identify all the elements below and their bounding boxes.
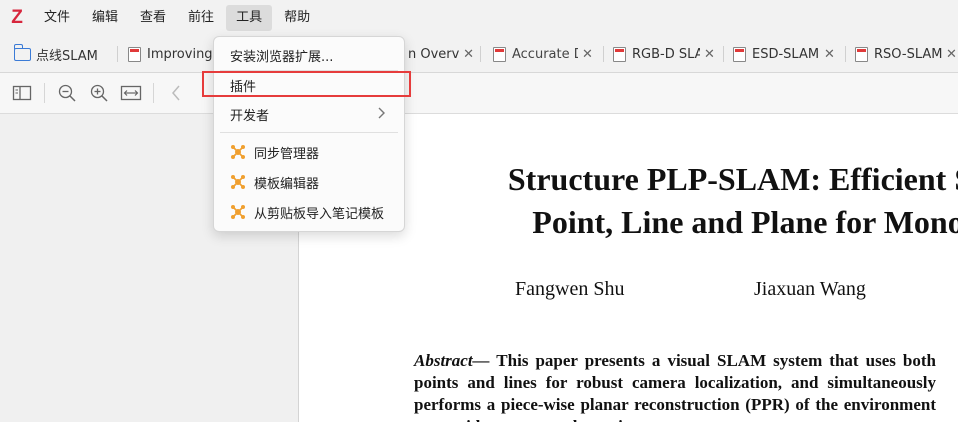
menu-sync-manager[interactable]: 同步管理器	[214, 138, 404, 166]
toggle-sidebar-button[interactable]	[10, 81, 34, 105]
fit-width-icon	[120, 85, 142, 101]
tab-bar: 点线SLAM Improving n Overvie ✕ Accurate D …	[0, 36, 958, 73]
abstract-heading: Abstract—	[414, 351, 490, 370]
menu-item-label: 同步管理器	[254, 146, 320, 162]
tab-title: RSO-SLAM	[874, 46, 942, 62]
close-icon[interactable]: ✕	[463, 47, 474, 62]
reader-toolbar	[0, 73, 958, 114]
menu-install-browser-extension[interactable]: 安装浏览器扩展...	[214, 41, 404, 69]
highlight-box	[202, 71, 411, 97]
close-icon[interactable]: ✕	[946, 47, 957, 62]
sidebar-toggle-icon	[12, 85, 32, 101]
zoom-in-button[interactable]	[87, 81, 111, 105]
tab-pdf[interactable]: Improving	[128, 36, 213, 72]
pdf-icon	[128, 46, 141, 62]
paper-abstract: Abstract— This paper presents a visual S…	[414, 350, 936, 422]
tab-title: n Overvie	[408, 46, 460, 62]
menu-edit[interactable]: 编辑	[82, 5, 128, 31]
author-name: Jiaxuan Wang	[754, 278, 866, 300]
zoom-out-button[interactable]	[55, 81, 79, 105]
tab-title: ESD-SLAM	[752, 46, 820, 62]
abstract-text: This paper presents a visual SLAM system…	[489, 351, 859, 370]
tab-pdf[interactable]: ESD-SLAM ✕	[733, 36, 839, 72]
tab-pdf[interactable]: n Overvie ✕	[408, 36, 474, 72]
tab-pdf[interactable]: RSO-SLAM ✕	[855, 36, 958, 72]
zoom-in-icon	[90, 84, 108, 102]
pdf-icon	[855, 46, 868, 62]
zotero-logo: Z	[11, 7, 23, 28]
chevron-right-icon	[378, 107, 385, 119]
tab-pdf[interactable]: RGB-D SLA ✕	[613, 36, 717, 72]
menu-file[interactable]: 文件	[34, 5, 80, 31]
chevron-left-icon	[172, 85, 180, 101]
menu-view[interactable]: 查看	[130, 5, 176, 31]
tab-pdf[interactable]: Accurate D ✕	[493, 36, 597, 72]
folder-icon	[14, 43, 31, 61]
menu-item-label: 开发者	[230, 108, 270, 124]
puzzle-icon	[231, 205, 245, 219]
pdf-icon	[613, 46, 626, 62]
tab-title: Accurate D	[512, 46, 578, 62]
paper-title-line-1: Structure PLP-SLAM: Efficient Spar	[507, 161, 958, 197]
menu-tools[interactable]: 工具	[226, 5, 273, 31]
close-icon[interactable]: ✕	[824, 47, 835, 62]
menu-go[interactable]: 前往	[178, 5, 224, 31]
tab-title: RGB-D SLA	[632, 46, 700, 62]
fit-width-button[interactable]	[119, 81, 143, 105]
tab-title: Improving	[147, 46, 213, 62]
tab-library[interactable]: 点线SLAM	[14, 36, 114, 72]
menu-help[interactable]: 帮助	[274, 5, 320, 31]
paper-title: Structure PLP-SLAM: Efficient Spar Point…	[414, 158, 958, 244]
menu-import-note-template[interactable]: 从剪贴板导入笔记模板	[214, 198, 404, 226]
pdf-icon	[733, 46, 746, 62]
paper-title-line-2: Point, Line and Plane for Monocu	[532, 204, 958, 240]
back-button[interactable]	[164, 81, 188, 105]
puzzle-icon	[231, 175, 245, 189]
close-icon[interactable]: ✕	[704, 47, 715, 62]
zoom-out-icon	[58, 84, 76, 102]
menu-item-label: 安装浏览器扩展...	[230, 49, 334, 65]
menu-item-label: 从剪贴板导入笔记模板	[254, 206, 385, 222]
pdf-icon	[493, 46, 506, 62]
puzzle-icon	[231, 145, 245, 159]
tools-menu-dropdown: 安装浏览器扩展... 插件 开发者 同步管理器 模板编辑器 从剪贴板导入笔记模板	[213, 36, 405, 232]
menu-developer[interactable]: 开发者	[214, 100, 404, 128]
menu-bar: Z 文件 编辑 查看 前往 工具 帮助	[0, 0, 958, 36]
menu-item-label: 模板编辑器	[254, 176, 320, 192]
tab-title: 点线SLAM	[36, 48, 98, 64]
close-icon[interactable]: ✕	[582, 47, 593, 62]
author-name: Fangwen Shu	[515, 278, 625, 300]
menu-template-editor[interactable]: 模板编辑器	[214, 168, 404, 196]
